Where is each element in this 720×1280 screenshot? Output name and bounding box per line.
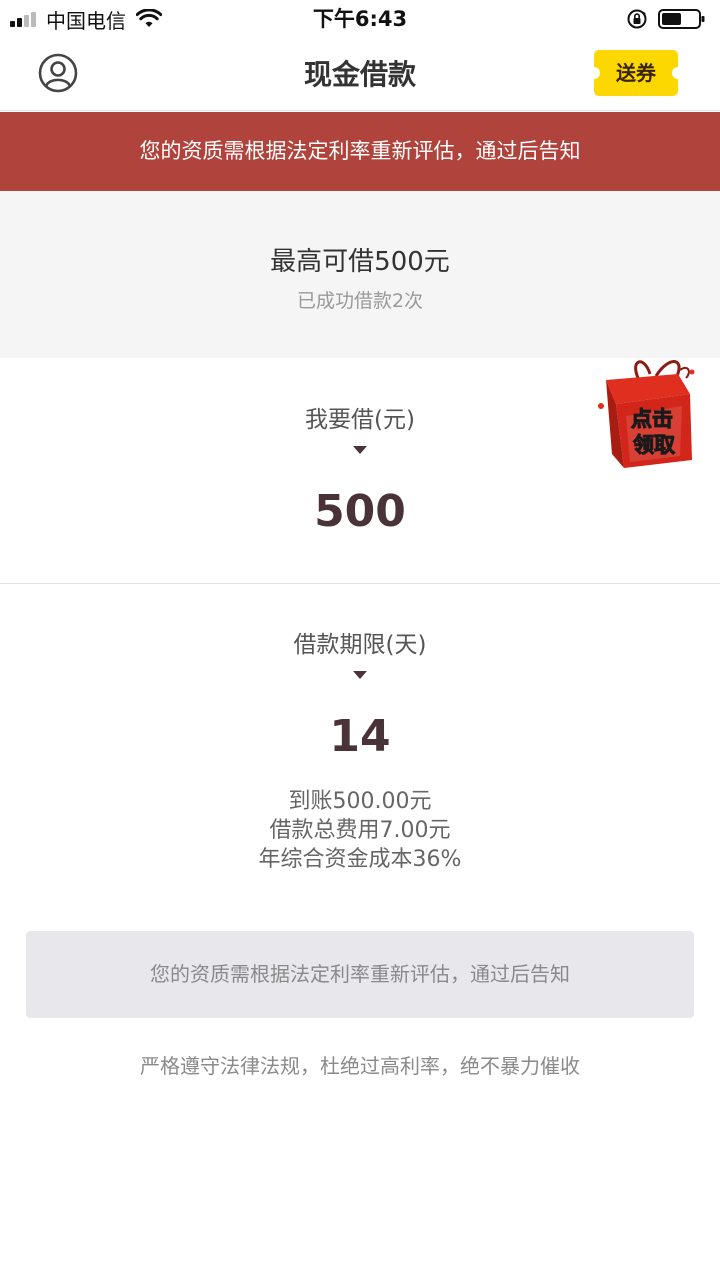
received-amount: 到账500.00元 [288,789,432,814]
footer-note: 严格遵守法律法规，杜绝过高利率，绝不暴力催收 [140,1054,580,1078]
annual-cost: 年综合资金成本36% [258,847,462,872]
term-value[interactable]: 14 [0,711,720,762]
max-loan-amount: 最高可借500元 [270,247,450,277]
gift-text-line1: 点击 [631,407,673,431]
amount-value[interactable]: 500 [0,486,720,537]
term-label: 借款期限(天) [293,632,427,658]
status-right [626,5,706,33]
nav-bar: 现金借款 送券 [0,38,720,111]
battery-icon [658,9,705,29]
amount-dropdown-caret-icon[interactable] [353,446,367,454]
gift-box-icon: 点击 领取 [598,360,695,468]
coupon-label: 送券 [616,61,656,85]
term-dropdown-caret-icon[interactable] [353,671,367,679]
total-fee: 借款总费用7.00元 [269,818,451,843]
quota-panel: 最高可借500元 已成功借款2次 [0,191,720,358]
coupon-button[interactable]: 送券 [594,50,678,96]
status-time: 下午6:43 [312,7,408,31]
gift-claim-badge[interactable]: 点击 领取 [592,352,704,472]
alert-banner: 您的资质需根据法定利率重新评估，通过后告知 [0,112,720,191]
term-section: 借款期限(天) 14 到账500.00元 借款总费用7.00元 年综合资金成本3… [0,585,720,895]
orientation-lock-icon [627,9,647,29]
status-bar: 中国电信 下午6:43 [0,0,720,38]
gift-text-line2: 领取 [633,433,675,457]
loan-history: 已成功借款2次 [296,290,424,312]
submit-button[interactable]: 您的资质需根据法定利率重新评估，通过后告知 [26,931,694,1018]
